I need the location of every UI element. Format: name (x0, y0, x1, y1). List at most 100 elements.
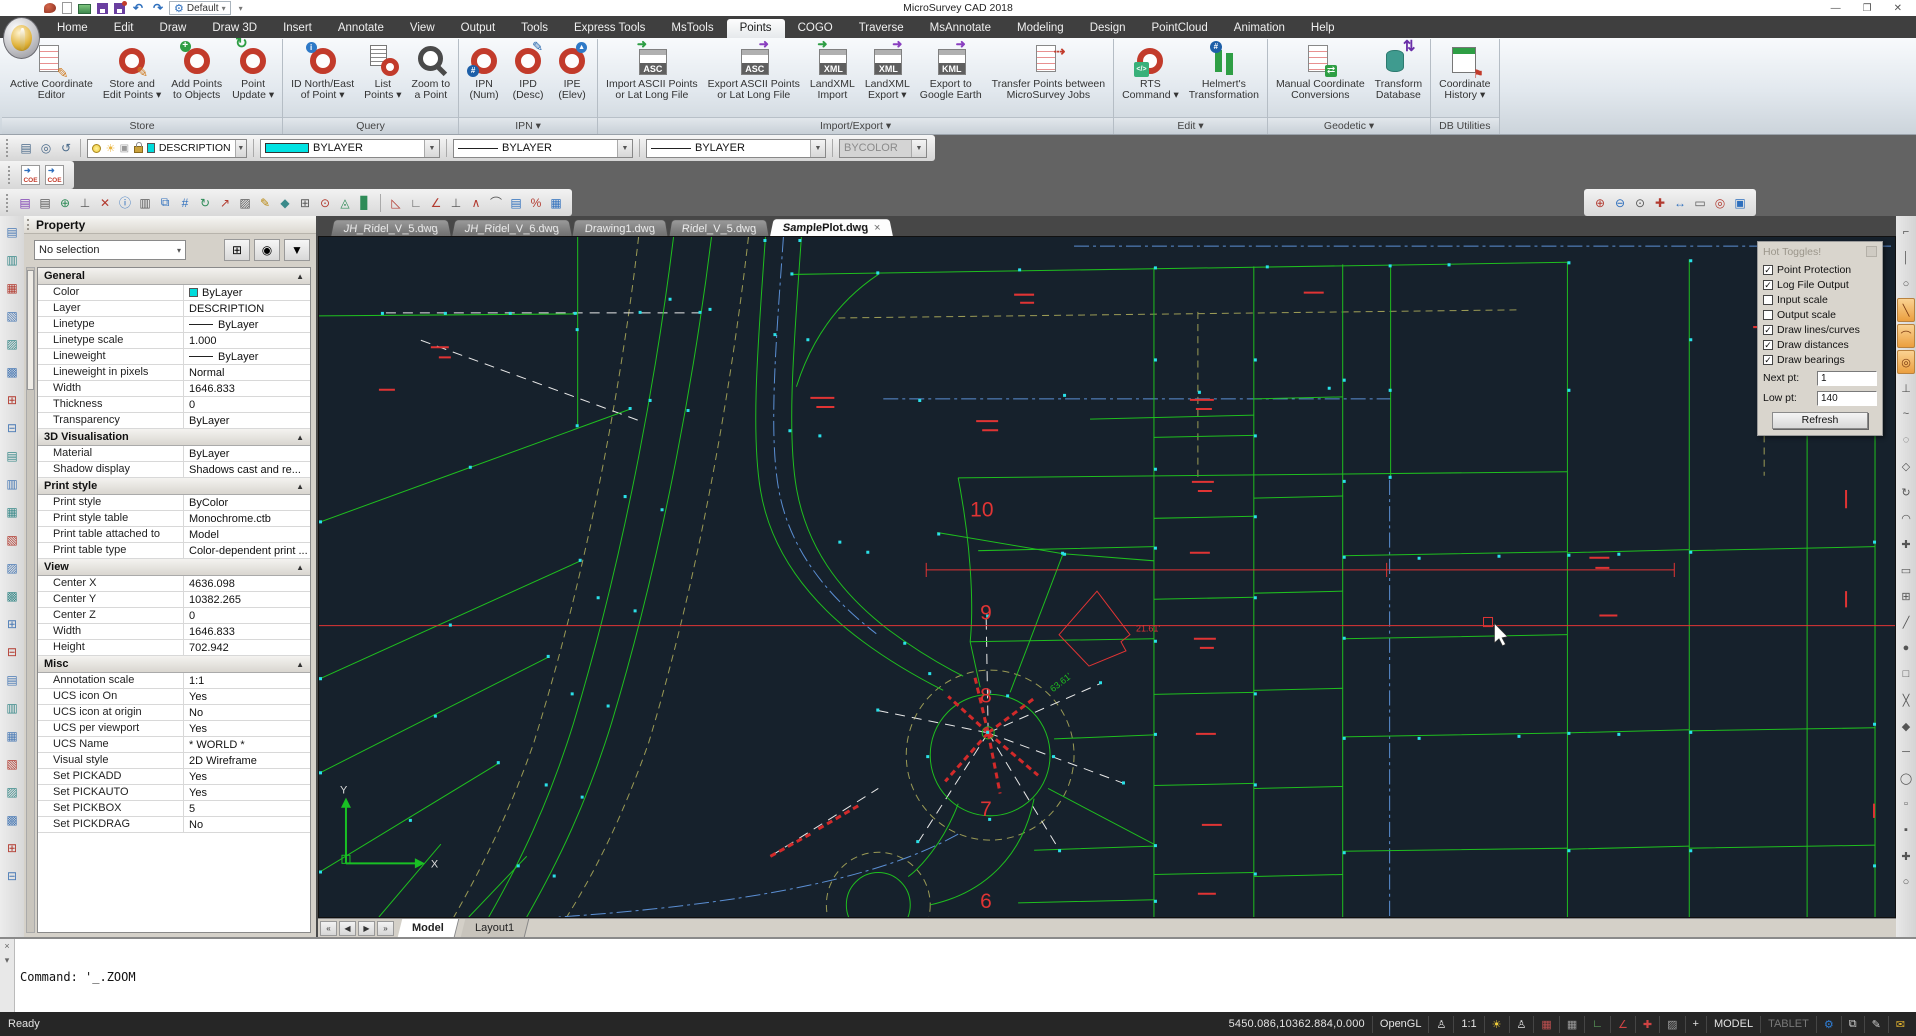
left-tool-icon[interactable]: ▤ (0, 442, 24, 470)
landxml-export-button[interactable]: LandXML Export ▾ (860, 41, 915, 102)
menu-tab[interactable]: Annotate (325, 19, 397, 38)
ribbon-group-label[interactable]: Store (2, 117, 282, 134)
ribbon-group-label[interactable]: IPN ▾ (459, 117, 597, 134)
property-value[interactable]: Yes (184, 723, 310, 735)
left-tool-icon[interactable]: ⊟ (0, 414, 24, 442)
tool-icon[interactable]: ↻ (195, 193, 215, 213)
tool-icon[interactable]: ▊ (355, 193, 375, 213)
close-icon[interactable]: × (4, 941, 9, 951)
chevron-down-icon[interactable]: ▼ (810, 140, 825, 157)
section-header[interactable]: 3D Visualisation ▲ (38, 429, 310, 446)
tool-icon[interactable]: ▥ (135, 193, 155, 213)
drawing-viewport[interactable]: 10 9 8 7 6 21.61' 63.61' (318, 236, 1896, 918)
export-coe-icon[interactable]: COE (45, 165, 64, 185)
import-ascii-points-button[interactable]: Import ASCII Points or Lat Long File (601, 41, 703, 102)
tool-icon[interactable]: ⊞ (295, 193, 315, 213)
tool-icon[interactable]: ◬ (335, 193, 355, 213)
ipn-num-button[interactable]: IPN (Num) (462, 41, 506, 102)
left-tool-icon[interactable]: ▥ (0, 694, 24, 722)
property-value[interactable]: ByLayer (184, 448, 310, 460)
left-tool-icon[interactable]: ▩ (0, 806, 24, 834)
entity-track-icon[interactable]: ▨ (1659, 1016, 1684, 1033)
right-tool-icon[interactable]: ◎ (1897, 350, 1915, 374)
new-file-icon[interactable] (62, 2, 72, 14)
layer-viewport-icon[interactable]: ▣ (120, 143, 130, 154)
tool-icon[interactable]: ◺ (386, 193, 406, 213)
property-value[interactable]: DESCRIPTION (184, 303, 310, 315)
layout-nav-button[interactable]: » (377, 921, 394, 936)
toggle-row[interactable]: Draw lines/curves (1763, 322, 1877, 337)
property-value[interactable]: 1646.833 (184, 626, 310, 638)
layout-nav-button[interactable]: ▶ (358, 921, 375, 936)
property-value[interactable]: 0 (184, 399, 310, 411)
tool-icon[interactable]: % (526, 193, 546, 213)
next-pt-input[interactable]: 1 (1817, 371, 1877, 386)
property-value[interactable]: No (184, 707, 310, 719)
toggle-row[interactable]: Output scale (1763, 307, 1877, 322)
snap-grid-icon[interactable]: ▦ (1533, 1016, 1558, 1033)
drawing-tab[interactable]: Ridel_V_5.dwg × (668, 219, 769, 236)
drawing-canvas[interactable]: 10 9 8 7 6 21.61' 63.61' (319, 237, 1895, 917)
section-header[interactable]: General ▲ (38, 268, 310, 285)
ribbon-group-label[interactable]: Geodetic ▾ (1268, 117, 1430, 134)
menu-tab[interactable]: MsAnnotate (917, 19, 1004, 38)
landxml-import-button[interactable]: LandXML Import (805, 41, 860, 102)
left-tool-icon[interactable]: ⊟ (0, 638, 24, 666)
property-value[interactable]: 5 (184, 803, 310, 815)
property-value[interactable]: 10382.265 (184, 594, 310, 606)
right-tool-icon[interactable]: ⊥ (1897, 376, 1915, 400)
checkbox[interactable] (1763, 265, 1773, 275)
property-value[interactable]: 0 (184, 610, 310, 622)
refresh-button[interactable]: Refresh (1772, 412, 1868, 429)
layer-combo[interactable]: ☀ ▣ DESCRIPTION ▼ (87, 139, 247, 158)
section-header[interactable]: Misc ▲ (38, 656, 310, 673)
drawing-tab[interactable]: SamplePlot.dwg × (769, 218, 894, 236)
maximize-button[interactable]: ❐ (1863, 3, 1872, 14)
crosshair-size-icon[interactable]: + (1685, 1016, 1706, 1033)
left-tool-icon[interactable]: ▧ (0, 750, 24, 778)
expand-icon[interactable]: ▾ (5, 955, 10, 966)
menu-tab[interactable]: COGO (785, 19, 846, 38)
menu-tab[interactable]: Points (727, 19, 785, 38)
layer-freeze-sun-icon[interactable]: ☀ (106, 142, 116, 155)
tool-icon[interactable]: ↔ (1670, 193, 1690, 213)
tool-icon[interactable]: ⊥ (446, 193, 466, 213)
property-value[interactable]: 1646.833 (184, 383, 310, 395)
menu-tab[interactable]: Animation (1221, 19, 1298, 38)
low-pt-input[interactable]: 140 (1817, 391, 1877, 406)
collapse-icon[interactable]: ▲ (296, 660, 304, 669)
menu-tab[interactable]: Home (44, 19, 101, 38)
collapse-icon[interactable]: ▲ (296, 433, 304, 442)
ortho-mode-icon[interactable]: ∟ (1584, 1016, 1610, 1033)
left-tool-icon[interactable]: ▦ (0, 274, 24, 302)
property-value[interactable]: No (184, 819, 310, 831)
menu-tab[interactable]: Draw 3D (199, 19, 270, 38)
menu-tab[interactable]: Express Tools (561, 19, 658, 38)
drawing-tab[interactable]: Drawing1.dwg × (572, 219, 669, 236)
right-tool-icon[interactable]: ╱ (1897, 610, 1915, 634)
property-value[interactable]: ByLayer (184, 287, 310, 299)
menu-tab[interactable]: Design (1077, 19, 1139, 38)
ribbon-group-label[interactable]: Import/Export ▾ (598, 117, 1113, 134)
ipe-elev-button[interactable]: IPE (Elev) (550, 41, 594, 102)
checkbox[interactable] (1763, 340, 1773, 350)
filter-button[interactable]: ▼ (284, 239, 310, 261)
add-points-to-objects-button[interactable]: Add Points to Objects (166, 41, 227, 102)
ribbon-group-label[interactable]: Query (283, 117, 458, 134)
clean-screen-icon[interactable]: ⧉ (1841, 1016, 1864, 1033)
coordinate-history-button[interactable]: Coordinate History ▾ (1434, 41, 1495, 102)
open-folder-icon[interactable] (78, 4, 91, 14)
left-tool-icon[interactable]: ▨ (0, 554, 24, 582)
tool-icon[interactable]: ✎ (255, 193, 275, 213)
checkbox[interactable] (1763, 295, 1773, 305)
left-tool-icon[interactable]: ⊞ (0, 386, 24, 414)
left-tool-icon[interactable]: ▦ (0, 498, 24, 526)
tool-icon[interactable]: ⊕ (1590, 193, 1610, 213)
point-update-button[interactable]: Point Update ▾ (227, 41, 279, 102)
lineweight-combo[interactable]: BYLAYER ▼ (646, 139, 826, 158)
minimize-button[interactable]: — (1831, 3, 1841, 14)
right-tool-icon[interactable]: ▭ (1897, 558, 1915, 582)
tool-icon[interactable]: ⧉ (155, 193, 175, 213)
model-space-toggle[interactable]: MODEL (1706, 1016, 1760, 1033)
collapse-icon[interactable]: ▲ (296, 482, 304, 491)
